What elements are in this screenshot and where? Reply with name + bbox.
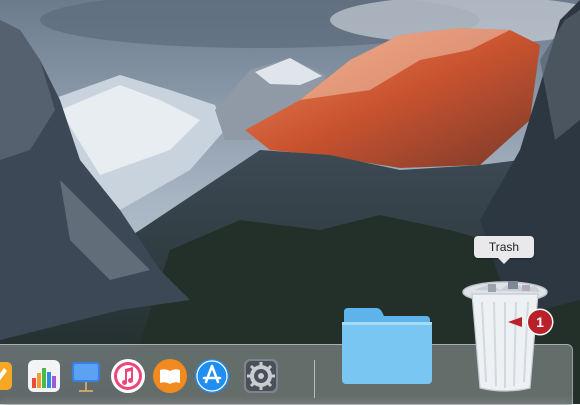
dock-separator bbox=[314, 360, 315, 398]
keynote-icon[interactable] bbox=[68, 358, 104, 394]
system-preferences-icon[interactable] bbox=[243, 358, 279, 394]
pages-icon[interactable] bbox=[0, 358, 16, 394]
callout-arrow bbox=[508, 317, 522, 327]
trash-tooltip: Trash bbox=[474, 236, 534, 264]
folder-icon[interactable] bbox=[340, 304, 434, 386]
callout-badge: 1 bbox=[528, 310, 552, 334]
numbers-icon[interactable] bbox=[26, 358, 62, 394]
app-store-icon[interactable] bbox=[194, 358, 230, 394]
ibooks-icon[interactable] bbox=[152, 358, 188, 394]
trash-icon[interactable] bbox=[460, 278, 550, 394]
itunes-icon[interactable] bbox=[110, 358, 146, 394]
